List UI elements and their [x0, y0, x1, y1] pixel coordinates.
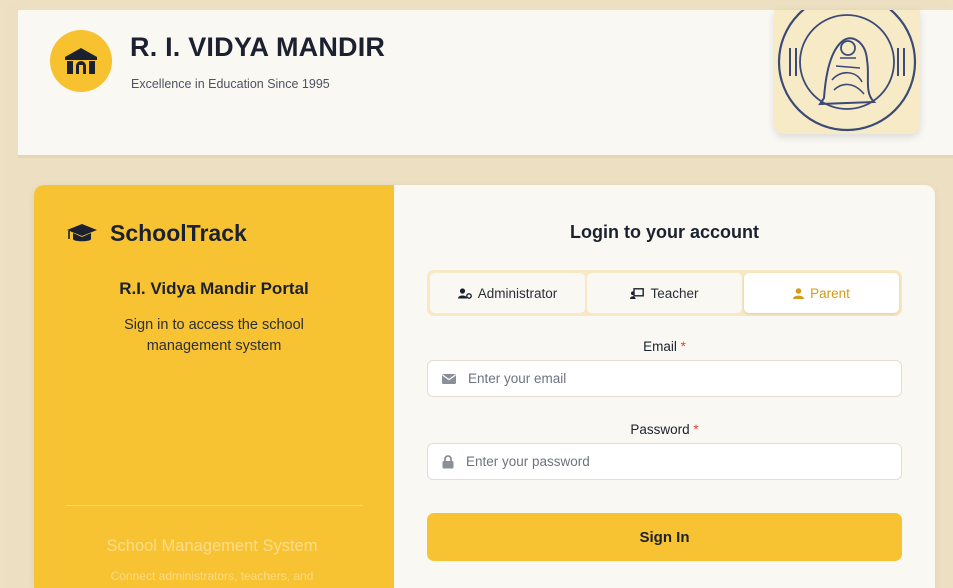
login-title: Login to your account	[570, 222, 759, 242]
system-subtitle: Connect administrators, teachers, and	[110, 569, 314, 583]
email-input[interactable]	[468, 371, 901, 386]
user-icon	[793, 287, 805, 299]
school-building-icon	[65, 48, 97, 74]
panel-divider	[66, 505, 362, 506]
password-required-marker: *	[693, 422, 699, 437]
password-label: Password *	[394, 422, 935, 437]
school-name: R. I. VIDYA MANDIR	[130, 32, 386, 62]
brand: SchoolTrack	[66, 220, 247, 247]
tab-teacher-label: Teacher	[650, 285, 699, 301]
login-card: SchoolTrack R.I. Vidya Mandir Portal Sig…	[34, 185, 935, 588]
portal-title: R.I. Vidya Mandir Portal	[119, 279, 309, 298]
email-label-text: Email	[643, 339, 677, 354]
email-required-marker: *	[680, 339, 686, 354]
chalkboard-teacher-icon	[630, 287, 645, 299]
graduation-cap-icon	[67, 223, 97, 241]
school-emblem	[774, 10, 920, 134]
email-field[interactable]	[427, 360, 902, 397]
lock-icon	[442, 454, 454, 468]
sign-in-button[interactable]: Sign In	[427, 513, 902, 561]
tab-administrator-label: Administrator	[477, 285, 558, 301]
tab-teacher[interactable]: Teacher	[587, 273, 742, 313]
brand-name: SchoolTrack	[110, 220, 247, 246]
system-title: School Management System	[106, 537, 318, 555]
tab-parent[interactable]: Parent	[744, 273, 899, 313]
welcome-panel: SchoolTrack R.I. Vidya Mandir Portal Sig…	[34, 185, 394, 588]
users-cog-icon	[457, 287, 472, 299]
tab-parent-label: Parent	[810, 285, 850, 301]
school-logo	[50, 30, 112, 92]
email-label: Email *	[394, 339, 935, 354]
school-tagline: Excellence in Education Since 1995	[131, 77, 330, 91]
portal-subtitle: Sign in to access the school management …	[124, 317, 304, 354]
password-input[interactable]	[466, 454, 901, 469]
emblem-seal-icon	[777, 10, 917, 132]
tab-administrator[interactable]: Administrator	[430, 273, 585, 313]
password-label-text: Password	[630, 422, 690, 437]
login-form-panel: Login to your account Administrator Teac…	[394, 185, 935, 588]
password-field[interactable]	[427, 443, 902, 480]
role-selector: Administrator Teacher Parent	[427, 270, 902, 316]
envelope-icon	[442, 373, 456, 384]
site-header: R. I. VIDYA MANDIR Excellence in Educati…	[18, 10, 953, 158]
